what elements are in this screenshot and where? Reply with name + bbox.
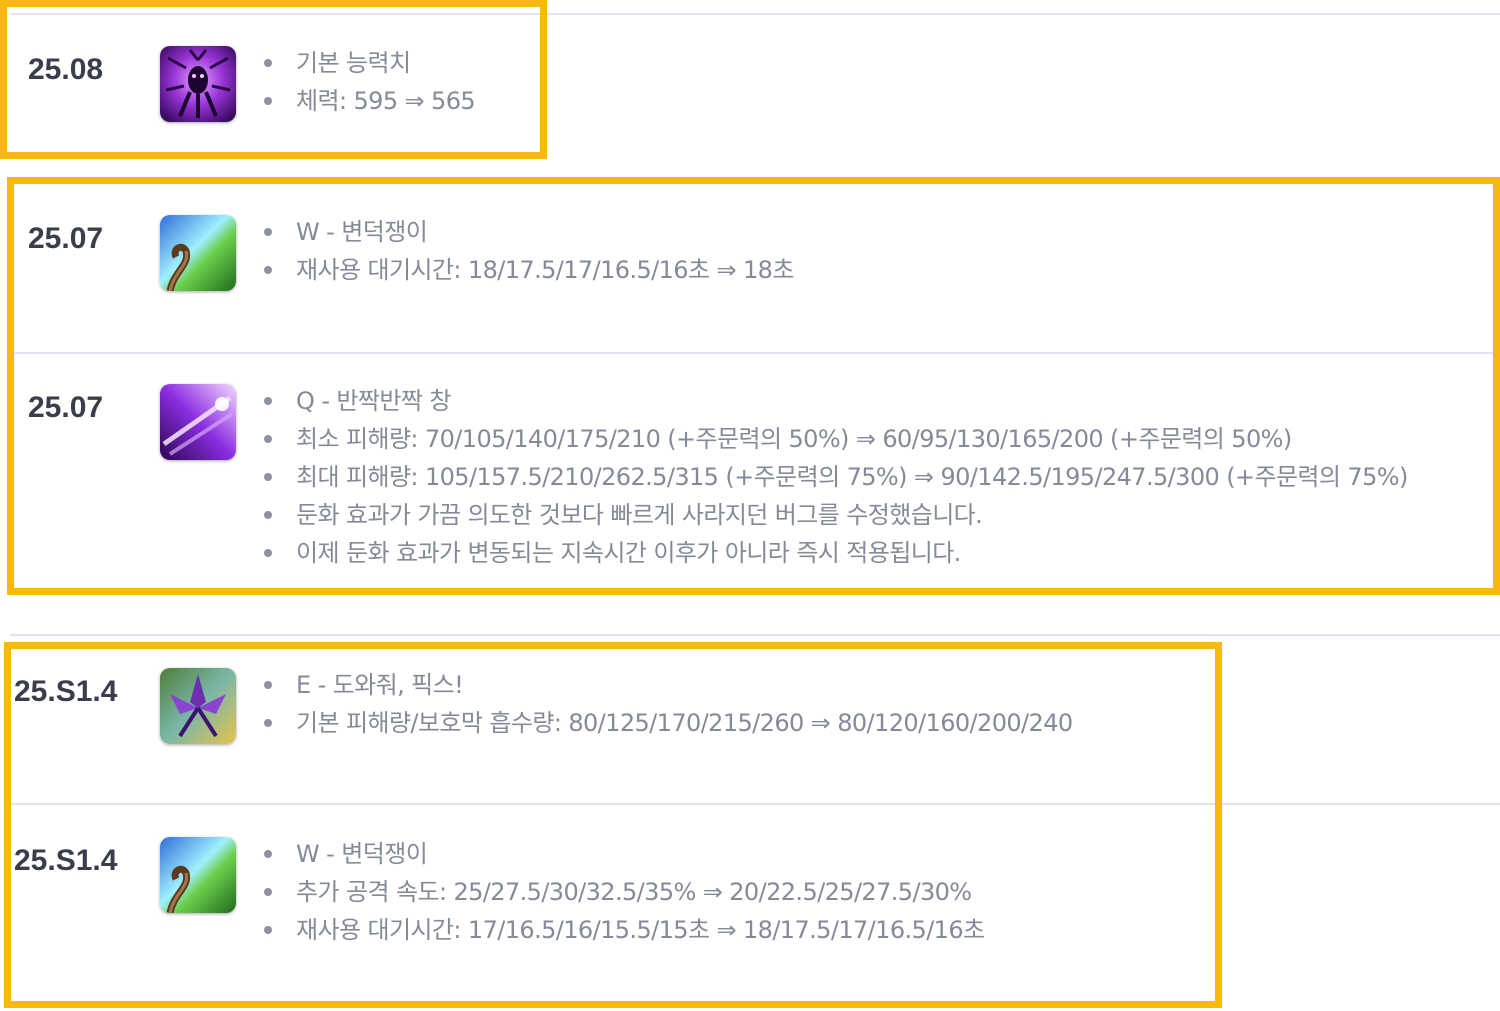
highlight-box (7, 177, 1500, 595)
row-separator (10, 634, 1500, 636)
highlight-box (0, 0, 547, 159)
highlight-box (4, 642, 1222, 1008)
